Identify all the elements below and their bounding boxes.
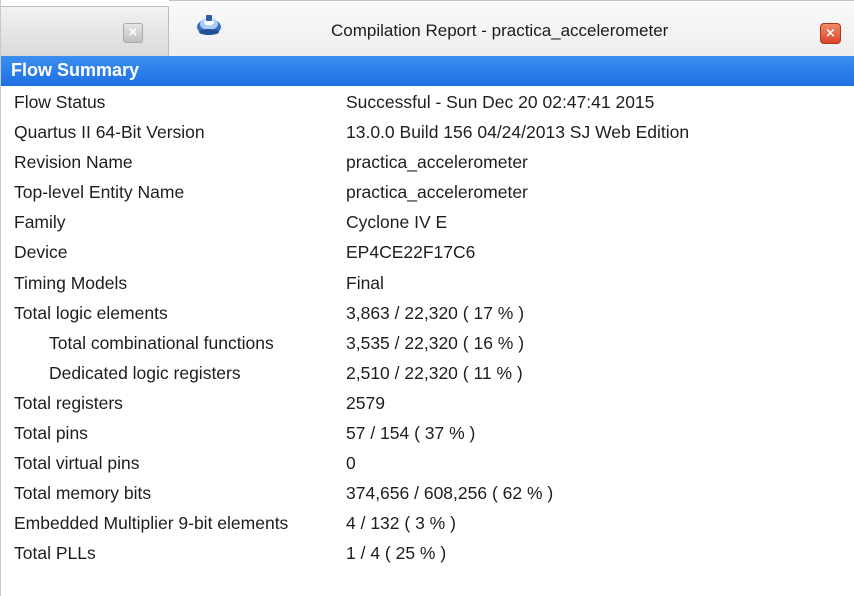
- table-row: Embedded Multiplier 9-bit elements 4 / 1…: [1, 509, 854, 539]
- table-row: Total pins 57 / 154 ( 37 % ): [1, 419, 854, 449]
- table-row: Dedicated logic registers 2,510 / 22,320…: [1, 359, 854, 389]
- table-row: Total combinational functions 3,535 / 22…: [1, 329, 854, 359]
- row-label: Top-level Entity Name: [14, 182, 185, 203]
- row-label: Family: [14, 212, 66, 233]
- table-row: Revision Name practica_accelerometer: [1, 148, 854, 178]
- row-value: Successful - Sun Dec 20 02:47:41 2015: [346, 92, 655, 112]
- table-row: Top-level Entity Name practica_accelerom…: [1, 178, 854, 208]
- row-label: Total logic elements: [14, 302, 168, 323]
- flow-summary-header: Flow Summary: [1, 56, 854, 86]
- row-label: Total virtual pins: [14, 453, 140, 474]
- row-value: Cyclone IV E: [346, 212, 448, 233]
- row-value: Final: [346, 272, 384, 293]
- row-label: Total memory bits: [14, 483, 152, 504]
- row-label: Quartus II 64-Bit Version: [14, 122, 205, 143]
- row-value: 13.0.0 Build 156 04/24/2013 SJ Web Editi…: [346, 122, 690, 143]
- report-icon: [197, 15, 221, 35]
- row-value: 3,535 / 22,320 ( 16 % ): [346, 332, 525, 353]
- row-label: Dedicated logic registers: [49, 362, 241, 383]
- tab-inactive[interactable]: ×: [1, 6, 169, 56]
- row-value: 4 / 132 ( 3 % ): [346, 513, 456, 534]
- row-value: 57 / 154 ( 37 % ): [346, 423, 476, 444]
- row-value: 1 / 4 ( 25 % ): [346, 543, 447, 564]
- table-row: Total virtual pins 0: [1, 449, 854, 479]
- table-row: Family Cyclone IV E: [1, 208, 854, 238]
- row-value: practica_accelerometer: [346, 182, 528, 203]
- table-row: Timing Models Final: [1, 269, 854, 299]
- close-icon[interactable]: ×: [820, 23, 841, 44]
- row-value: practica_accelerometer: [346, 152, 528, 173]
- table-row: Total registers 2579: [1, 389, 854, 419]
- row-label: Total PLLs: [14, 543, 96, 564]
- compilation-report-window: × Compilation Report - practica_accelero…: [0, 0, 854, 596]
- section-title: Flow Summary: [11, 60, 140, 80]
- row-value: 374,656 / 608,256 ( 62 % ): [346, 483, 554, 504]
- row-label: Total pins: [14, 423, 88, 444]
- row-label: Flow Status: [14, 92, 106, 112]
- table-row: Total logic elements 3,863 / 22,320 ( 17…: [1, 299, 854, 329]
- tab-bar: × Compilation Report - practica_accelero…: [1, 0, 854, 56]
- tab-compilation-report[interactable]: Compilation Report - practica_accelerome…: [169, 0, 854, 56]
- row-label: Embedded Multiplier 9-bit elements: [14, 513, 289, 534]
- row-label: Total registers: [14, 392, 123, 413]
- row-value: 2,510 / 22,320 ( 11 % ): [346, 362, 523, 383]
- table-row: Total memory bits 374,656 / 608,256 ( 62…: [1, 479, 854, 509]
- row-label: Timing Models: [14, 272, 128, 293]
- flow-summary-table: Flow Status Successful - Sun Dec 20 02:4…: [1, 88, 854, 570]
- row-value: 0: [346, 453, 356, 474]
- table-row: Flow Status Successful - Sun Dec 20 02:4…: [1, 88, 854, 118]
- row-value: EP4CE22F17C6: [346, 242, 476, 263]
- row-label: Revision Name: [14, 152, 133, 173]
- row-value: 3,863 / 22,320 ( 17 % ): [346, 302, 525, 323]
- row-value: 2579: [346, 392, 385, 413]
- window-title: Compilation Report - practica_accelerome…: [331, 21, 669, 40]
- row-label: Total combinational functions: [49, 332, 274, 353]
- row-label: Device: [14, 242, 68, 263]
- inactive-tab-close-icon[interactable]: ×: [123, 23, 143, 43]
- table-row: Device EP4CE22F17C6: [1, 238, 854, 268]
- table-row: Quartus II 64-Bit Version 13.0.0 Build 1…: [1, 118, 854, 148]
- table-row: Total PLLs 1 / 4 ( 25 % ): [1, 539, 854, 569]
